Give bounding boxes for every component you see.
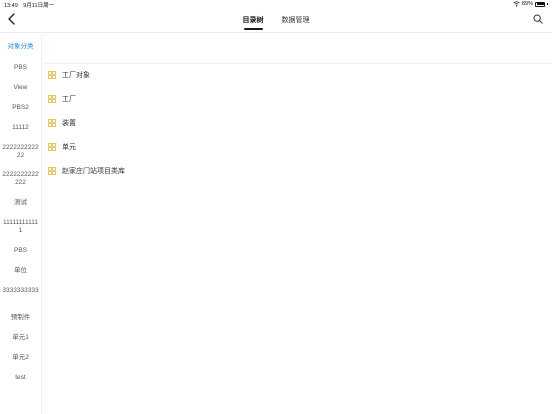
battery-icon [535,1,545,7]
grid-icon [48,95,56,103]
battery-cap [547,3,548,5]
sidebar-item-unit[interactable]: 单位 [0,267,41,275]
nav-bar: 目录树 数据管理 [0,9,552,33]
sidebar-item-111111111111[interactable]: 111111111111 [0,219,41,235]
battery-percent: 89% [521,1,533,7]
sidebar-item-object-category[interactable]: 对象分类 [0,43,41,51]
sidebar-item-prefab[interactable]: 预制件 [0,314,41,322]
tree-item[interactable]: 装置 [48,117,76,129]
tree-item[interactable]: 工厂 [48,93,76,105]
content-divider [43,63,552,64]
wifi-icon [513,1,520,7]
grid-icon [48,167,56,175]
tree-item-label: 装置 [62,120,76,127]
sidebar-item-test[interactable]: test [0,374,41,382]
search-icon[interactable] [533,14,543,24]
sidebar-item-222222222222[interactable]: 222222222222 [0,144,41,160]
tree-item[interactable]: 单元 [48,141,76,153]
tree-content: 工厂对象 工厂 装置 单元 赵家庄门站项目类库 [43,34,552,414]
tree-item-label: 工厂 [62,96,76,103]
tree-item-label: 赵家庄门站项目类库 [62,168,125,175]
tree-item[interactable]: 赵家庄门站项目类库 [48,165,125,177]
tree-item-label: 单元 [62,144,76,151]
status-right: 89% [513,1,548,7]
sidebar-item-pbs2[interactable]: PBS2 [0,104,41,112]
tree-item[interactable]: 工厂对象 [48,69,90,81]
tree-item-label: 工厂对象 [62,72,90,79]
battery-fill [536,3,544,5]
tab-bar: 目录树 数据管理 [0,15,552,30]
sidebar-item-2222222222222[interactable]: 2222222222222 [0,171,41,187]
sidebar-item-3333333333[interactable]: 3333333333 [0,287,41,295]
category-sidebar: 对象分类 PBS View PBS2 11112 222222222222 22… [0,34,42,414]
sidebar-item-unit-1[interactable]: 单元1 [0,334,41,342]
status-bar: 13:49 9月11日周一 89% [0,0,552,9]
sidebar-item-unit-2[interactable]: 单元2 [0,354,41,362]
status-left: 13:49 9月11日周一 [4,1,58,9]
tab-directory-tree[interactable]: 目录树 [243,15,264,30]
grid-icon [48,71,56,79]
sidebar-item-test-cn[interactable]: 测试 [0,199,41,207]
sidebar-item-view[interactable]: View [0,84,41,92]
sidebar-item-pbs[interactable]: PBS [0,64,41,72]
grid-icon [48,119,56,127]
tab-data-management[interactable]: 数据管理 [281,15,309,29]
sidebar-item-pbs-2[interactable]: PBS [0,247,41,255]
sidebar-item-11112[interactable]: 11112 [0,124,41,132]
grid-icon [48,143,56,151]
